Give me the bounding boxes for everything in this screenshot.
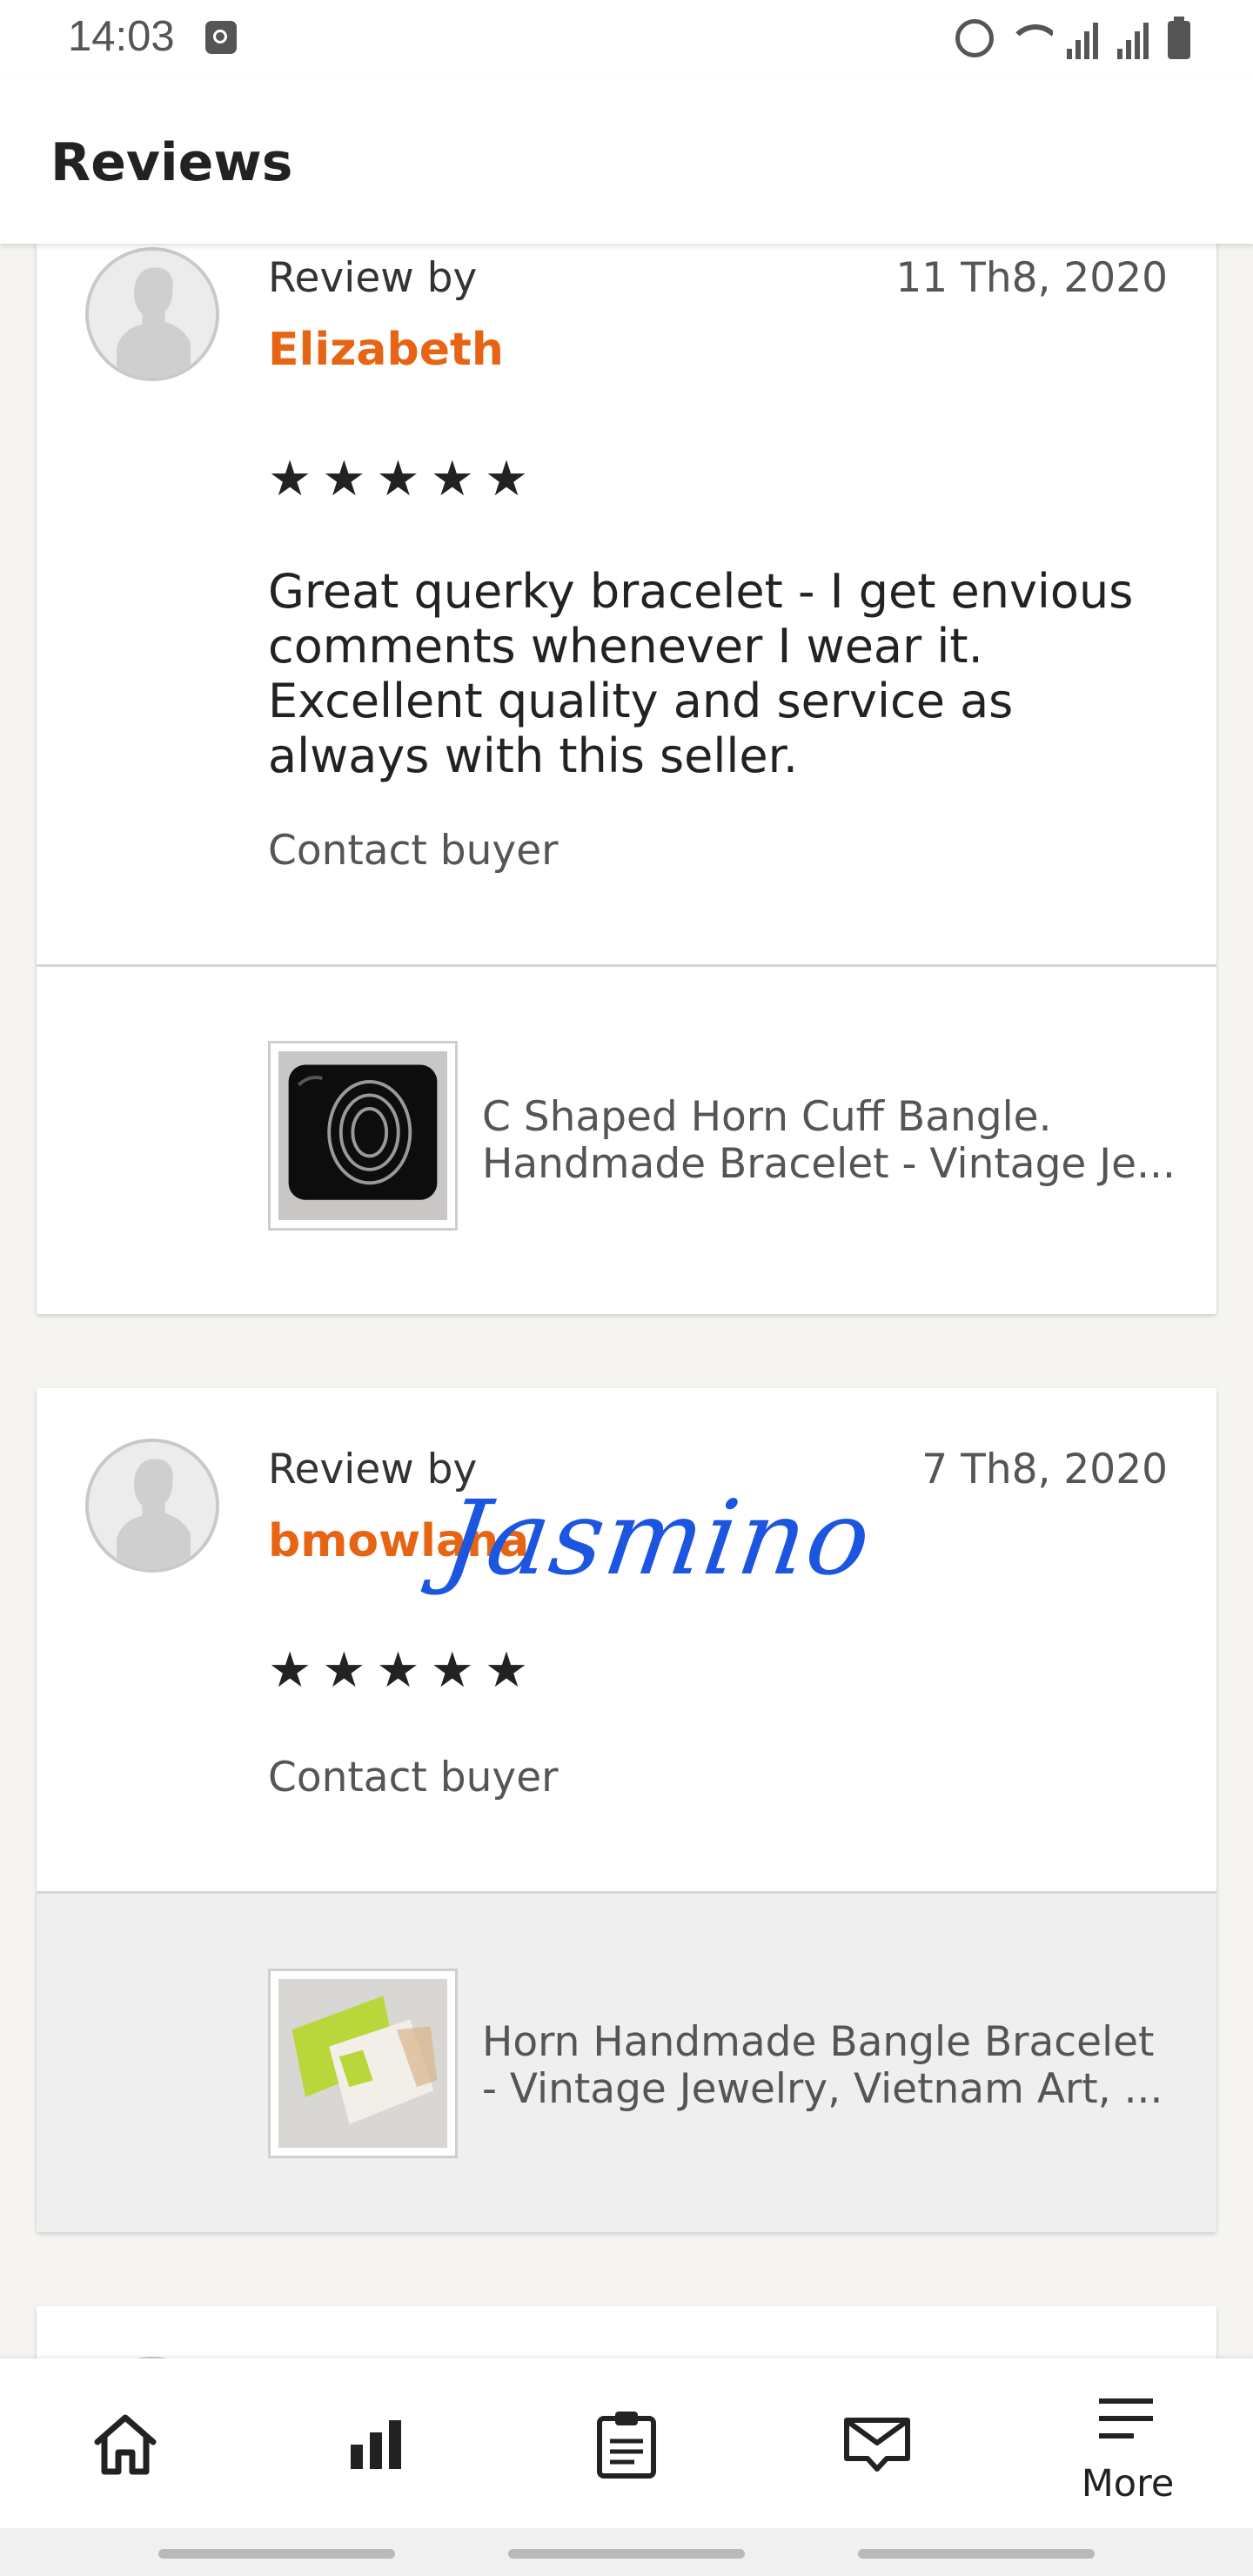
recent-apps-gesture[interactable]	[158, 2549, 395, 2559]
back-gesture[interactable]	[858, 2549, 1095, 2559]
signal-icon	[1067, 21, 1103, 59]
battery-icon	[1168, 17, 1190, 59]
nav-orders[interactable]	[501, 2358, 752, 2528]
bangle-bracelet-image	[278, 1979, 447, 2148]
reviews-list[interactable]: Review by Elizabeth 11 Th8, 2020 ★★★★★ G…	[0, 244, 1253, 2358]
notification-icon	[205, 21, 237, 54]
avatar[interactable]	[85, 247, 219, 381]
home-gesture[interactable]	[508, 2549, 745, 2559]
bottom-navigation: More	[0, 2358, 1253, 2528]
review-text: Great querky bracelet - I get envious co…	[268, 564, 1134, 783]
product-title-line-1: C Shaped Horn Cuff Bangle.	[482, 1094, 1052, 1141]
contact-buyer-link[interactable]: Contact buyer	[268, 1754, 558, 1801]
cuff-bangle-image	[278, 1051, 447, 1220]
contact-buyer-link[interactable]: Contact buyer	[268, 827, 558, 875]
star-rating: ★★★★★	[268, 1642, 539, 1699]
nav-more[interactable]: More	[1002, 2358, 1253, 2528]
product-row[interactable]: Horn Handmade Bangle Bracelet - Vintage …	[37, 1894, 1216, 2232]
watermark-signature: Jasmino	[437, 1478, 880, 1598]
messages-icon	[844, 2417, 910, 2472]
review-card: Review by Elizabeth 11 Th8, 2020 ★★★★★ G…	[37, 244, 1216, 1314]
avatar-placeholder-icon	[89, 1442, 216, 1569]
product-thumbnail[interactable]	[268, 1041, 458, 1231]
nav-stats[interactable]	[251, 2358, 501, 2528]
gesture-bar	[0, 2528, 1253, 2576]
nav-home[interactable]	[0, 2358, 251, 2528]
app-bar: Reviews	[0, 78, 1253, 244]
review-date: 7 Th8, 2020	[921, 1446, 1168, 1493]
orders-icon	[597, 2411, 656, 2479]
product-title-line-2: - Vintage Jewelry, Vietnam Art, ...	[482, 2065, 1163, 2113]
review-date: 11 Th8, 2020	[895, 254, 1168, 302]
product-row[interactable]: C Shaped Horn Cuff Bangle. Handmade Brac…	[37, 967, 1216, 1314]
wifi-icon	[1008, 21, 1053, 59]
nav-more-label: More	[1081, 2462, 1175, 2506]
menu-icon	[1099, 2398, 1153, 2438]
status-icons	[955, 14, 1190, 59]
reviewer-name[interactable]: Elizabeth	[268, 324, 504, 376]
avatar[interactable]	[85, 1439, 219, 1573]
status-time: 14:03	[68, 13, 175, 60]
signal-icon-2	[1117, 21, 1154, 59]
product-title[interactable]: Horn Handmade Bangle Bracelet - Vintage …	[482, 2019, 1178, 2113]
product-title[interactable]: C Shaped Horn Cuff Bangle. Handmade Brac…	[482, 1094, 1178, 1188]
page-title: Reviews	[50, 132, 293, 193]
review-by-label: Review by	[268, 1446, 478, 1493]
stats-icon	[351, 2419, 401, 2469]
review-by-label: Review by	[268, 254, 478, 302]
nav-messages[interactable]	[752, 2358, 1002, 2528]
avatar-placeholder-icon	[89, 251, 216, 378]
review-card	[37, 2306, 1216, 2358]
star-rating: ★★★★★	[268, 451, 539, 507]
product-thumbnail[interactable]	[268, 1969, 458, 2158]
alarm-icon	[955, 19, 994, 57]
home-icon	[94, 2414, 157, 2474]
status-bar: 14:03	[0, 0, 1253, 78]
product-title-line-2: Handmade Bracelet - Vintage Je...	[482, 1140, 1176, 1188]
product-title-line-1: Horn Handmade Bangle Bracelet	[482, 2019, 1155, 2066]
